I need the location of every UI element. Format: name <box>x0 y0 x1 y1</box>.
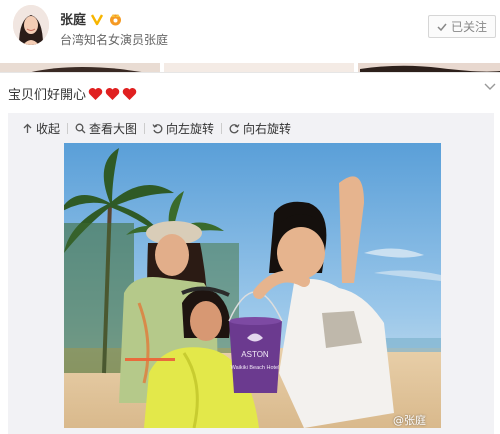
media-panel: 收起 查看大图 向左旋转 向右旋转 ASTON Waikiki Beach Ho… <box>8 113 494 434</box>
rotate-right-label: 向右旋转 <box>243 122 292 136</box>
arrow-up-icon <box>23 123 32 133</box>
previous-post-images <box>0 60 500 72</box>
beach-photo[interactable]: ASTON Waikiki Beach Hotel @张庭 <box>64 143 441 428</box>
following-button[interactable]: 已关注 <box>428 15 496 38</box>
check-icon <box>437 23 447 31</box>
heart-icon <box>88 87 103 100</box>
active-tab-indicator <box>125 358 175 361</box>
crown-badge-icon[interactable] <box>108 12 123 26</box>
verified-icon <box>90 13 104 25</box>
rotate-left-label: 向左旋转 <box>166 122 215 136</box>
chevron-down-icon[interactable] <box>484 83 496 91</box>
photo-watermark: @张庭 <box>393 414 426 427</box>
heart-icon <box>122 87 137 100</box>
rotate-left-button[interactable]: 向左旋转 <box>152 120 214 137</box>
user-name[interactable]: 张庭 <box>60 9 86 28</box>
media-toolbar: 收起 查看大图 向左旋转 向右旋转 <box>22 120 291 137</box>
view-large-button[interactable]: 查看大图 <box>75 120 137 137</box>
bucket-subtext: Waikiki Beach Hotel <box>231 365 280 371</box>
heart-icon <box>105 87 120 100</box>
avatar[interactable] <box>13 5 49 45</box>
magnifier-icon <box>75 123 86 134</box>
post-card: 宝贝们好開心 收起 查看大图 向左旋转 向右旋转 ASTON Waikiki B… <box>0 72 500 434</box>
profile-header: 张庭 台湾知名女演员张庭 已关注 <box>0 0 500 60</box>
toolbar-divider <box>144 123 146 134</box>
view-large-label: 查看大图 <box>89 122 138 136</box>
collapse-label: 收起 <box>36 122 61 136</box>
rotate-left-icon <box>152 124 163 134</box>
rotate-right-button[interactable]: 向右旋转 <box>229 120 291 137</box>
post-text: 宝贝们好開心 <box>8 84 137 103</box>
collapse-button[interactable]: 收起 <box>22 120 60 137</box>
rotate-right-icon <box>229 124 240 134</box>
post-body: 宝贝们好開心 <box>8 88 87 103</box>
bucket-brand: ASTON <box>241 350 269 359</box>
toolbar-divider <box>221 123 223 134</box>
following-label: 已关注 <box>450 20 487 34</box>
hearts-emoji <box>88 87 137 101</box>
toolbar-divider <box>67 123 69 134</box>
user-description: 台湾知名女演员张庭 <box>60 33 169 47</box>
